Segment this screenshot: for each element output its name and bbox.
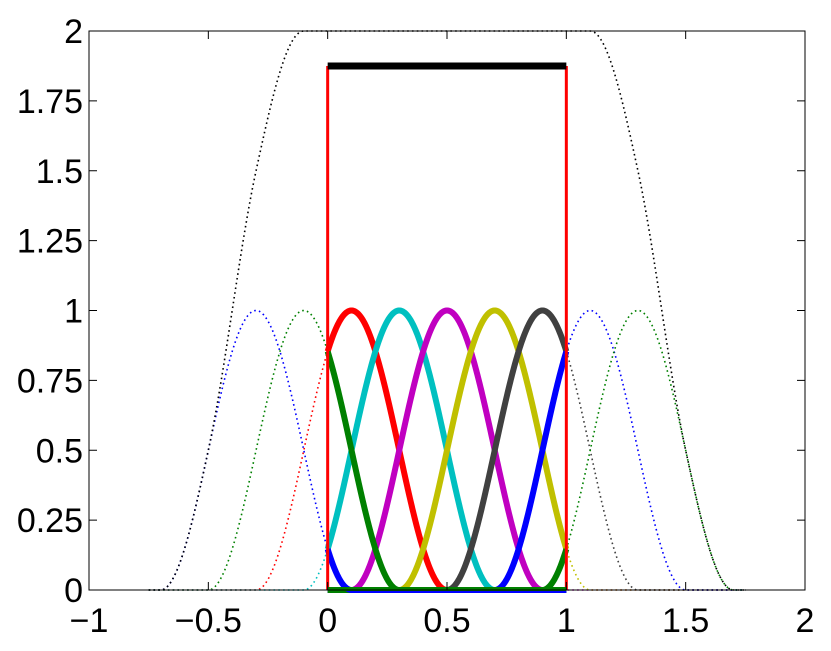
basis-curve-dotted-4 bbox=[327, 309, 746, 591]
basis-curve-dotted-7 bbox=[327, 309, 746, 591]
y-tick-label: 1.5 bbox=[36, 153, 83, 191]
y-tick-label: 0.5 bbox=[36, 432, 83, 470]
y-tick-label: 1.75 bbox=[17, 83, 83, 121]
curves-layer bbox=[148, 30, 746, 593]
basis-curve-dotted-5 bbox=[327, 309, 746, 591]
basis-curve-dotted-1 bbox=[148, 309, 567, 591]
y-tick-label: 1.25 bbox=[17, 223, 83, 261]
basis-curve-dotted-0 bbox=[148, 309, 567, 591]
basis-curve-dotted-6 bbox=[327, 309, 746, 591]
basis-curve-solid-12 bbox=[325, 307, 570, 593]
y-tick-label: 0.25 bbox=[17, 502, 83, 540]
basis-curve-dotted-2 bbox=[148, 309, 567, 591]
y-tick-label: 1 bbox=[64, 293, 83, 331]
basis-curve-dotted-3 bbox=[148, 309, 567, 591]
x-tick-label: 1 bbox=[557, 602, 576, 640]
basis-curve-dotted-8 bbox=[327, 309, 746, 591]
x-tick-label: 2 bbox=[796, 602, 815, 640]
x-tick-label: −0.5 bbox=[175, 602, 242, 640]
x-tick-label: 1.5 bbox=[662, 602, 709, 640]
y-tick-label: 0.75 bbox=[17, 362, 83, 400]
chart: −1 −0.5 0 0.5 1 1.5 200.250.50.7511.251.51.752 bbox=[17, 13, 815, 640]
y-tick-label: 0 bbox=[64, 572, 83, 610]
y-tick-label: 2 bbox=[64, 13, 83, 51]
x-tick-label: 0 bbox=[318, 602, 337, 640]
x-tick-label: 0.5 bbox=[423, 602, 470, 640]
